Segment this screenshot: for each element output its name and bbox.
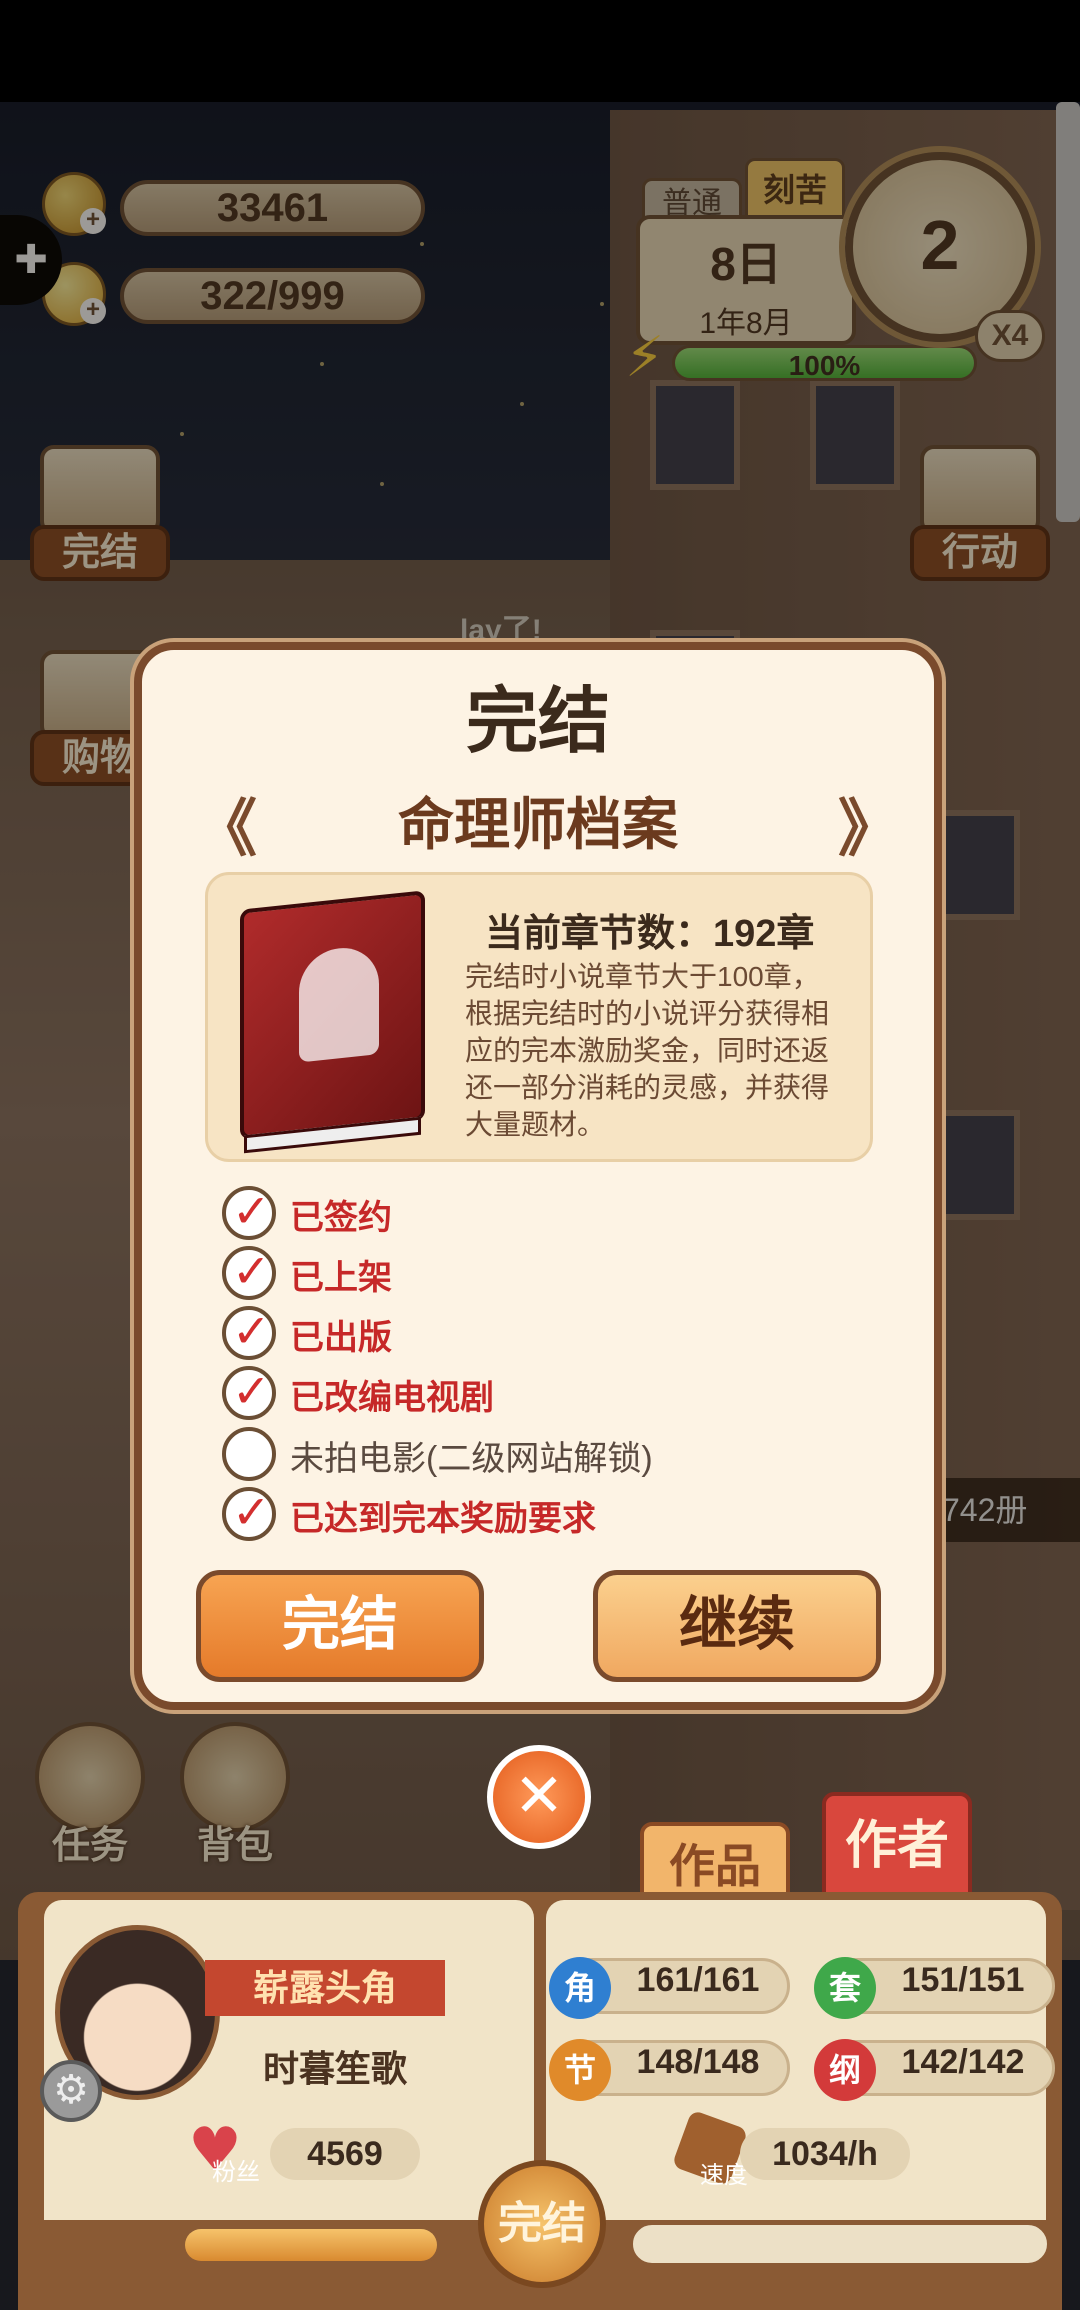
check-label: 已上架 xyxy=(290,1259,392,1297)
check-label: 已达到完本奖励要求 xyxy=(290,1500,596,1538)
role-badge: 角 xyxy=(549,1957,611,2019)
close-icon[interactable]: ✕ xyxy=(487,1745,591,1849)
dialog-title: 完结 xyxy=(465,682,610,762)
finish-center-button[interactable]: 完结 xyxy=(478,2160,606,2288)
check-listed: ✓ 已上架 xyxy=(222,1244,822,1302)
check-label: 未拍电影(二级网站解锁) xyxy=(290,1440,653,1478)
tick-icon: ✓ xyxy=(232,1184,271,1238)
stat-role: 角 161/161 xyxy=(549,1957,790,2019)
set-badge: 套 xyxy=(814,1957,876,2019)
check-label: 已改编电视剧 xyxy=(290,1379,494,1417)
check-reward-met: ✓ 已达到完本奖励要求 xyxy=(222,1485,822,1543)
check-label: 已出版 xyxy=(290,1319,392,1357)
role-value: 161/161 xyxy=(636,1961,760,1999)
game-scene: + 33461 + 322/999 ✚ 普通 刻苦 8日 1年8月 100% ⚡… xyxy=(0,0,1080,2310)
publish-progress-bar xyxy=(630,2222,1050,2266)
status-bar xyxy=(0,0,1080,102)
outline-badge: 纲 xyxy=(814,2039,876,2101)
gear-icon[interactable]: ⚙ xyxy=(40,2060,102,2122)
check-icon: ✓ xyxy=(222,1244,276,1300)
finish-description: 完结时小说章节大于100章，根据完结时的小说评分获得相应的完本激励奖金，同时还返… xyxy=(465,961,830,1140)
check-icon: ✓ xyxy=(222,1184,276,1240)
plot-value: 148/148 xyxy=(636,2043,760,2081)
check-tv-adapted: ✓ 已改编电视剧 xyxy=(222,1364,822,1422)
finish-button[interactable]: 完结 xyxy=(196,1570,484,1682)
stat-plot: 节 148/148 xyxy=(549,2039,790,2101)
tick-icon: ✓ xyxy=(232,1304,271,1358)
set-value: 151/151 xyxy=(901,1961,1025,1999)
outline-value: 142/142 xyxy=(901,2043,1025,2081)
detective-silhouette xyxy=(299,944,379,1063)
speed-value: 1034/h xyxy=(740,2128,910,2180)
pen-name: 时暮笙歌 xyxy=(262,2048,407,2089)
chapter-count: 当前章节数：192章 xyxy=(485,913,815,955)
stat-outline: 纲 142/142 xyxy=(814,2039,1055,2101)
tick-icon: ✓ xyxy=(232,1244,271,1298)
stat-set: 套 151/151 xyxy=(814,1957,1055,2019)
tab-works[interactable]: 作品 xyxy=(640,1822,790,1898)
plot-badge: 节 xyxy=(549,2039,611,2101)
check-icon: ✓ xyxy=(222,1364,276,1420)
empty-check-icon xyxy=(222,1427,276,1481)
rank-ribbon: 崭露头角 xyxy=(205,1960,445,2016)
book-cover-icon xyxy=(240,890,425,1154)
novel-title: 命理师档案 xyxy=(398,793,678,856)
check-signed: ✓ 已签约 xyxy=(222,1184,822,1242)
tick-icon: ✓ xyxy=(232,1485,271,1539)
check-movie-locked: 未拍电影(二级网站解锁) xyxy=(222,1427,822,1483)
continue-button[interactable]: 继续 xyxy=(593,1570,881,1682)
fans-label: 粉丝 xyxy=(212,2159,260,2186)
next-novel-arrow[interactable]: 》 xyxy=(838,778,900,868)
fans-value: 4569 xyxy=(270,2128,420,2180)
writing-progress-bar xyxy=(182,2226,440,2264)
check-icon: ✓ xyxy=(222,1485,276,1541)
check-label: 已签约 xyxy=(290,1199,392,1237)
tab-author[interactable]: 作者 xyxy=(822,1792,972,1898)
tick-icon: ✓ xyxy=(232,1364,271,1418)
check-published: ✓ 已出版 xyxy=(222,1304,822,1362)
writing-progress-fill xyxy=(185,2229,437,2261)
check-icon: ✓ xyxy=(222,1304,276,1360)
